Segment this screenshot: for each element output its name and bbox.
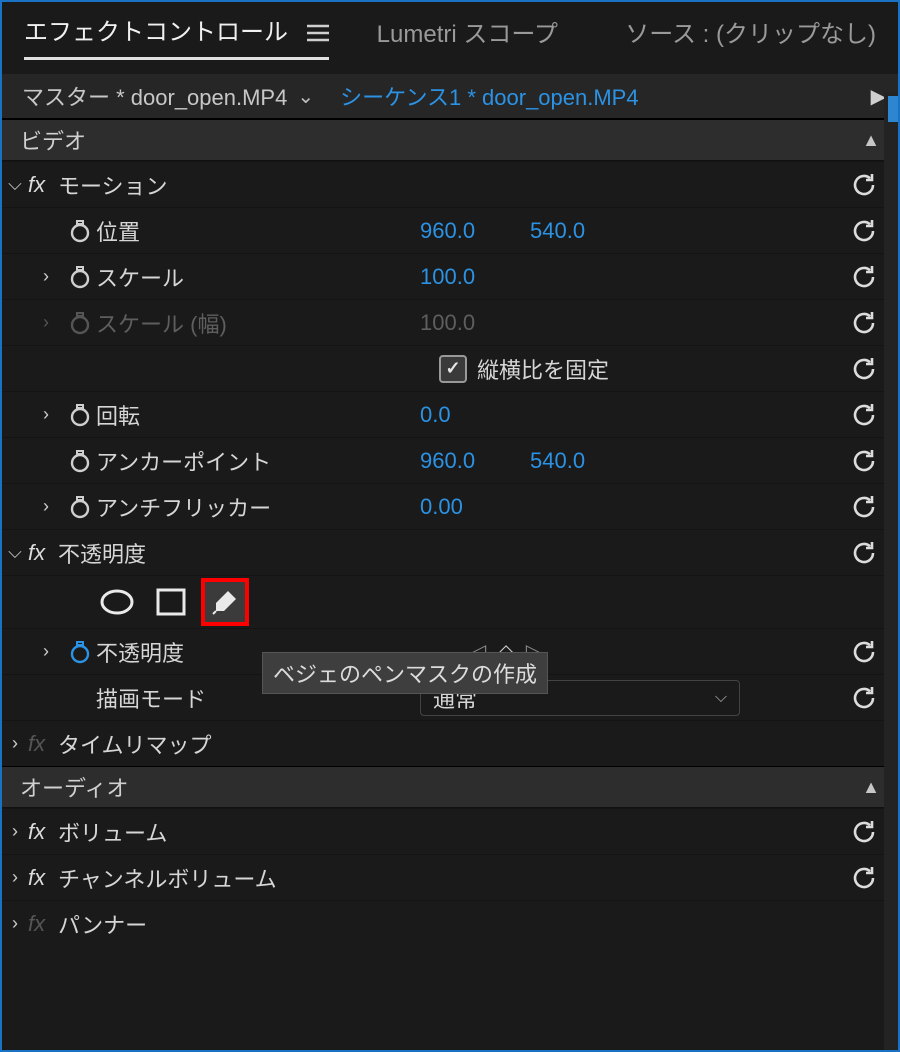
- reset-icon[interactable]: [848, 215, 880, 247]
- chevron-down-icon[interactable]: ⌄: [297, 84, 314, 109]
- reset-icon[interactable]: [848, 307, 880, 339]
- checkbox-uniform-scale[interactable]: ✓: [439, 355, 467, 383]
- rectangle-mask-icon[interactable]: [151, 582, 191, 622]
- chevron-down-icon: ⌵: [715, 689, 727, 707]
- ellipse-mask-icon[interactable]: [97, 582, 137, 622]
- chevron-down-icon[interactable]: ⌵: [2, 542, 28, 563]
- property-label: 描画モード: [96, 682, 206, 714]
- pen-mask-icon[interactable]: [205, 582, 245, 622]
- property-row-anchor-point: アンカーポイント 960.0 540.0: [2, 437, 898, 483]
- stopwatch-active-icon[interactable]: [64, 640, 96, 664]
- property-label: アンカーポイント: [96, 445, 271, 477]
- stopwatch-icon[interactable]: [64, 449, 96, 473]
- scrollbar-track[interactable]: [884, 92, 898, 1050]
- fx-badge-icon[interactable]: fx: [28, 731, 58, 757]
- property-label: 回転: [96, 399, 140, 431]
- tooltip-pen-mask: ベジェのペンマスクの作成: [262, 652, 548, 694]
- value-anchor-x[interactable]: 960.0: [420, 448, 530, 474]
- reset-icon[interactable]: [848, 682, 880, 714]
- value-antiflicker[interactable]: 0.00: [420, 494, 530, 520]
- property-label: アンチフリッカー: [96, 491, 271, 523]
- effect-name-time-remap: タイムリマップ: [58, 728, 212, 760]
- sequence-clip-label[interactable]: シーケンス1 * door_open.MP4: [340, 80, 638, 112]
- effect-row-motion[interactable]: ⌵ fx モーション: [2, 161, 898, 207]
- collapse-icon[interactable]: ▲: [862, 777, 880, 798]
- effect-row-channel-volume[interactable]: › fx チャンネルボリューム: [2, 854, 898, 900]
- property-label: スケール: [96, 261, 184, 293]
- effect-row-time-remap[interactable]: › fx タイムリマップ: [2, 720, 898, 766]
- clip-breadcrumb-bar: マスター * door_open.MP4 ⌄ シーケンス1 * door_ope…: [2, 74, 898, 119]
- property-label: 位置: [96, 215, 140, 247]
- checkbox-label: 縦横比を固定: [477, 353, 609, 385]
- value-rotation[interactable]: 0.0: [420, 402, 530, 428]
- panel-tab-strip: エフェクトコントロール Lumetri スコープ ソース : (クリップなし): [2, 2, 898, 62]
- chevron-right-icon[interactable]: ›: [2, 821, 28, 842]
- panel-menu-icon[interactable]: [307, 24, 329, 42]
- section-header-audio-label: オーディオ: [20, 771, 128, 803]
- fx-badge-icon[interactable]: fx: [28, 865, 58, 891]
- stopwatch-icon[interactable]: [64, 265, 96, 289]
- chevron-right-icon[interactable]: ›: [2, 733, 28, 754]
- effect-row-panner[interactable]: › fx パンナー: [2, 900, 898, 946]
- effect-controls-panel: エフェクトコントロール Lumetri スコープ ソース : (クリップなし) …: [0, 0, 900, 1052]
- property-row-uniform-scale: ✓ 縦横比を固定: [2, 345, 898, 391]
- effect-name-panner: パンナー: [58, 908, 147, 940]
- chevron-right-icon[interactable]: ›: [2, 867, 28, 888]
- chevron-right-icon[interactable]: ›: [28, 266, 64, 287]
- reset-icon[interactable]: [848, 862, 880, 894]
- reset-icon[interactable]: [848, 399, 880, 431]
- reset-icon[interactable]: [848, 537, 880, 569]
- property-row-rotation: › 回転 0.0: [2, 391, 898, 437]
- property-row-scale-width: › スケール (幅) 100.0: [2, 299, 898, 345]
- property-row-position: 位置 960.0 540.0: [2, 207, 898, 253]
- property-row-antiflicker: › アンチフリッカー 0.00: [2, 483, 898, 529]
- chevron-right-icon[interactable]: ›: [28, 496, 64, 517]
- fx-badge-icon[interactable]: fx: [28, 540, 58, 566]
- chevron-right-icon[interactable]: ›: [2, 913, 28, 934]
- mask-tools-row: [2, 575, 898, 628]
- stopwatch-icon[interactable]: [64, 403, 96, 427]
- section-header-video[interactable]: ビデオ ▲: [2, 119, 898, 161]
- chevron-right-icon: ›: [28, 312, 64, 333]
- value-position-x[interactable]: 960.0: [420, 218, 530, 244]
- effect-name-opacity: 不透明度: [58, 537, 146, 569]
- reset-icon[interactable]: [848, 445, 880, 477]
- value-anchor-y[interactable]: 540.0: [530, 448, 640, 474]
- reset-icon[interactable]: [848, 353, 880, 385]
- effect-name-channel-volume: チャンネルボリューム: [58, 862, 277, 894]
- value-scale-width: 100.0: [420, 310, 530, 336]
- fx-badge-icon[interactable]: fx: [28, 911, 58, 937]
- property-label: 不透明度: [96, 636, 184, 668]
- tab-lumetri-scopes[interactable]: Lumetri スコープ: [377, 14, 558, 59]
- collapse-icon[interactable]: ▲: [862, 130, 880, 151]
- value-scale[interactable]: 100.0: [420, 264, 530, 290]
- chevron-right-icon[interactable]: ›: [28, 404, 64, 425]
- stopwatch-icon[interactable]: [64, 495, 96, 519]
- reset-icon[interactable]: [848, 491, 880, 523]
- section-header-video-label: ビデオ: [20, 124, 86, 156]
- reset-icon[interactable]: [848, 261, 880, 293]
- fx-badge-icon[interactable]: fx: [28, 172, 58, 198]
- effect-name-motion: モーション: [58, 169, 168, 201]
- effect-row-opacity[interactable]: ⌵ fx 不透明度: [2, 529, 898, 575]
- section-header-audio[interactable]: オーディオ ▲: [2, 766, 898, 808]
- reset-icon[interactable]: [848, 169, 880, 201]
- reset-icon[interactable]: [848, 636, 880, 668]
- effect-name-volume: ボリューム: [58, 816, 167, 848]
- tab-effect-controls-label: エフェクトコントロール: [24, 19, 288, 46]
- property-row-scale: › スケール 100.0: [2, 253, 898, 299]
- chevron-right-icon[interactable]: ›: [28, 641, 64, 662]
- timeline-playhead-marker[interactable]: [888, 96, 898, 122]
- tab-effect-controls[interactable]: エフェクトコントロール: [24, 12, 329, 60]
- reset-icon[interactable]: [848, 816, 880, 848]
- value-position-y[interactable]: 540.0: [530, 218, 640, 244]
- fx-badge-icon[interactable]: fx: [28, 819, 58, 845]
- effect-row-volume[interactable]: › fx ボリューム: [2, 808, 898, 854]
- property-label: スケール (幅): [96, 307, 227, 339]
- chevron-down-icon[interactable]: ⌵: [2, 174, 28, 195]
- stopwatch-icon: [64, 311, 96, 335]
- master-clip-label[interactable]: マスター * door_open.MP4: [22, 80, 287, 112]
- tab-source[interactable]: ソース : (クリップなし): [625, 14, 876, 59]
- stopwatch-icon[interactable]: [64, 219, 96, 243]
